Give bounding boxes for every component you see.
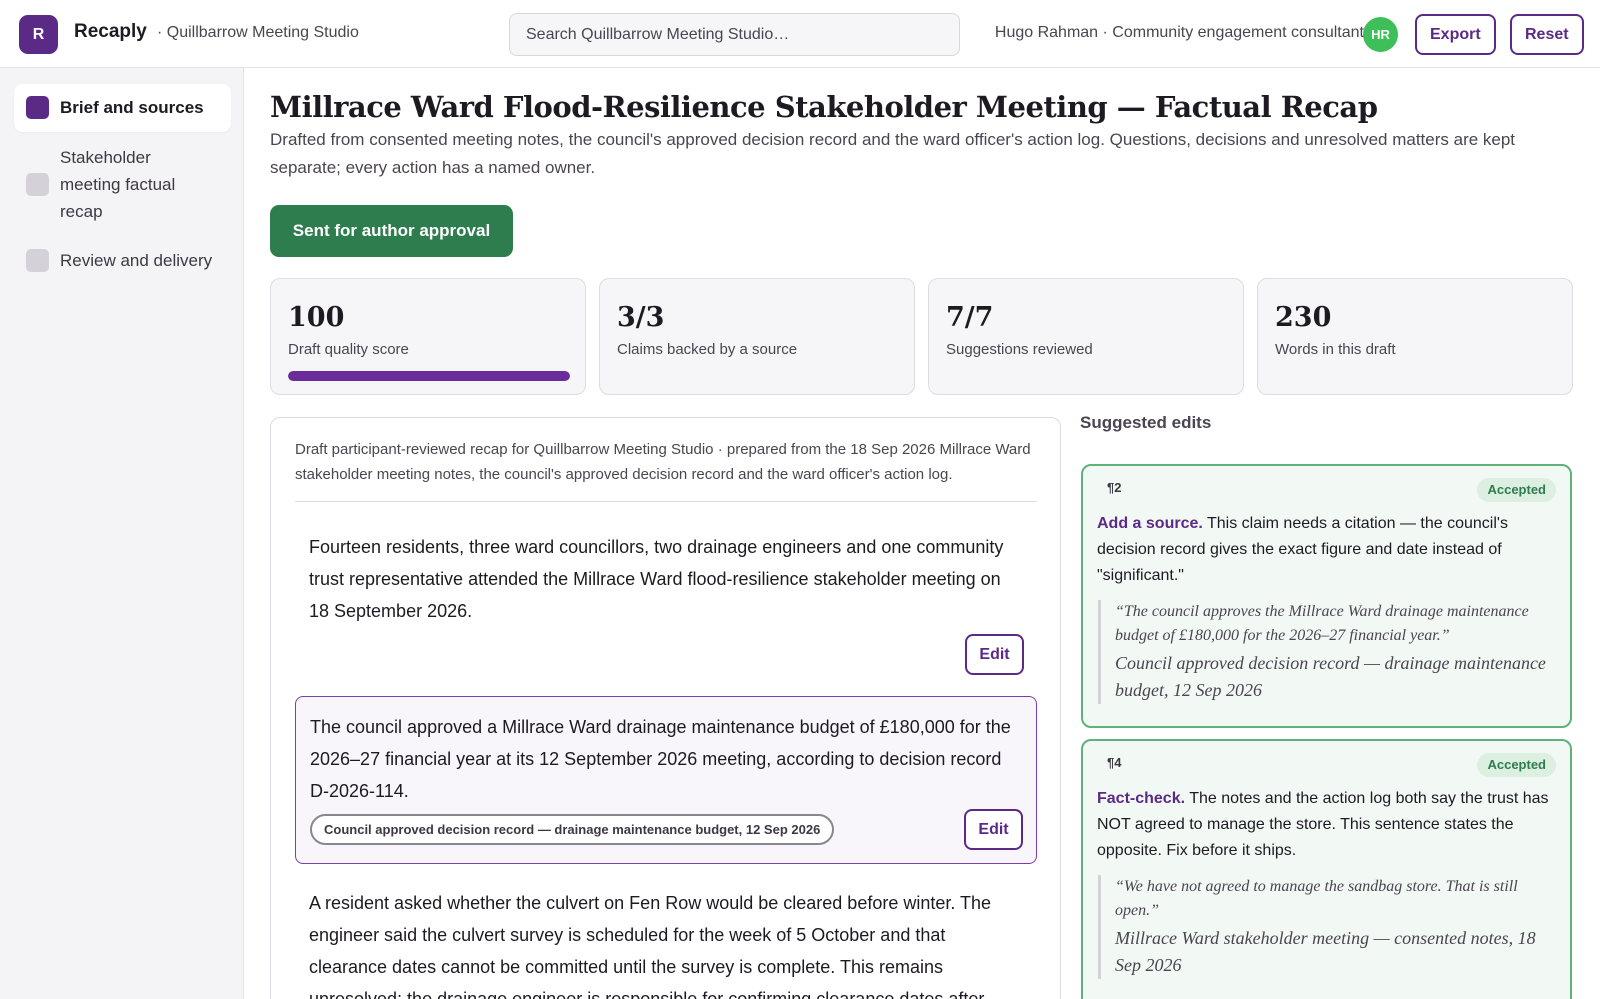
stat-value: 3/3 — [617, 302, 665, 333]
edit-paragraph-button[interactable]: Edit — [965, 634, 1024, 675]
suggestion-text: Fact-check. The notes and the action log… — [1097, 786, 1557, 864]
avatar[interactable]: HR — [1363, 17, 1398, 52]
page-title: Millrace Ward Flood-Resilience Stakehold… — [270, 90, 1378, 124]
suggestion-card[interactable]: ¶2 Accepted Add a source. This claim nee… — [1081, 464, 1572, 728]
user-name: Hugo Rahman · Community engagement consu… — [994, 24, 1364, 41]
stat-card-suggestions-reviewed: 7/7 Suggestions reviewed — [928, 278, 1244, 395]
step-indicator-icon — [26, 96, 49, 119]
suggestion-type: Add a source. — [1097, 515, 1203, 532]
source-quote: “The council approves the Millrace Ward … — [1098, 600, 1556, 704]
suggestion-text: Add a source. This claim needs a citatio… — [1097, 511, 1557, 589]
suggestion-card[interactable]: ¶4 Accepted Fact-check. The notes and th… — [1081, 739, 1572, 999]
sidebar-item-brief-and-sources[interactable]: Brief and sources — [14, 84, 231, 132]
quote-source: Millrace Ward stakeholder meeting — cons… — [1115, 928, 1536, 975]
draft-document: Draft participant-reviewed recap for Qui… — [270, 417, 1061, 999]
page-subtitle: Drafted from consented meeting notes, th… — [270, 130, 1516, 177]
quote-text: “The council approves the Millrace Ward … — [1115, 603, 1529, 644]
stat-value: 100 — [288, 302, 345, 333]
sidebar-item-factual-recap[interactable]: Stakeholder meeting factual recap — [14, 144, 231, 226]
stat-label: Suggestions reviewed — [946, 341, 1093, 358]
sidebar-item-label: Brief and sources — [60, 98, 204, 117]
paragraph-text: The council approved a Millrace Ward dra… — [310, 717, 1011, 801]
paragraph-reference: ¶2 — [1107, 480, 1122, 495]
stat-label: Words in this draft — [1275, 341, 1396, 358]
top-bar: R Recaply · Quillbarrow Meeting Studio H… — [0, 0, 1600, 68]
status-badge: Accepted — [1477, 478, 1556, 502]
stat-value: 230 — [1275, 302, 1332, 333]
stat-value: 7/7 — [946, 302, 994, 333]
draft-paragraph[interactable]: A resident asked whether the culvert on … — [295, 873, 1037, 999]
divider — [295, 501, 1037, 502]
step-indicator-icon — [26, 249, 49, 272]
app-logo: R — [19, 15, 58, 54]
source-quote: “We have not agreed to manage the sandba… — [1098, 875, 1556, 979]
status-badge: Accepted — [1477, 753, 1556, 777]
reset-button[interactable]: Reset — [1510, 14, 1584, 55]
quote-source: Council approved decision record — drain… — [1115, 653, 1546, 700]
sidebar-item-review-and-delivery[interactable]: Review and delivery — [14, 237, 231, 285]
draft-paragraph-selected[interactable]: The council approved a Millrace Ward dra… — [295, 696, 1037, 864]
suggestion-type: Fact-check. — [1097, 790, 1186, 807]
sidebar-item-label: Review and delivery — [60, 251, 213, 270]
stat-card-word-count: 230 Words in this draft — [1257, 278, 1573, 395]
search-input[interactable] — [509, 13, 960, 56]
stat-label: Claims backed by a source — [617, 341, 798, 358]
main-content: Millrace Ward Flood-Resilience Stakehold… — [244, 68, 1600, 999]
draft-paragraph[interactable]: Fourteen residents, three ward councillo… — [295, 517, 1037, 687]
stat-card-claims-backed: 3/3 Claims backed by a source — [599, 278, 915, 395]
quality-progress-fill — [288, 371, 570, 381]
sidebar-item-label: Stakeholder meeting factual recap — [60, 148, 176, 221]
suggestions-heading: Suggested edits — [1080, 413, 1212, 432]
export-button[interactable]: Export — [1415, 14, 1496, 55]
sent-for-approval-button[interactable]: Sent for author approval — [270, 205, 513, 257]
quality-progress-bar — [288, 371, 570, 381]
workspace-name: · Quillbarrow Meeting Studio — [157, 24, 359, 41]
stat-card-quality-score: 100 Draft quality score — [270, 278, 586, 395]
brand-name: Recaply — [74, 21, 147, 42]
paragraph-text: Fourteen residents, three ward councillo… — [309, 537, 1004, 621]
stat-label: Draft quality score — [288, 341, 409, 358]
paragraph-reference: ¶4 — [1107, 755, 1122, 770]
paragraph-text: A resident asked whether the culvert on … — [309, 893, 992, 999]
step-indicator-icon — [26, 173, 49, 196]
edit-paragraph-button[interactable]: Edit — [964, 809, 1023, 850]
quote-text: “We have not agreed to manage the sandba… — [1115, 878, 1518, 919]
source-citation-chip[interactable]: Council approved decision record — drain… — [310, 814, 835, 845]
draft-intro: Draft participant-reviewed recap for Qui… — [295, 441, 1031, 483]
sidebar: Brief and sources Stakeholder meeting fa… — [0, 68, 244, 999]
